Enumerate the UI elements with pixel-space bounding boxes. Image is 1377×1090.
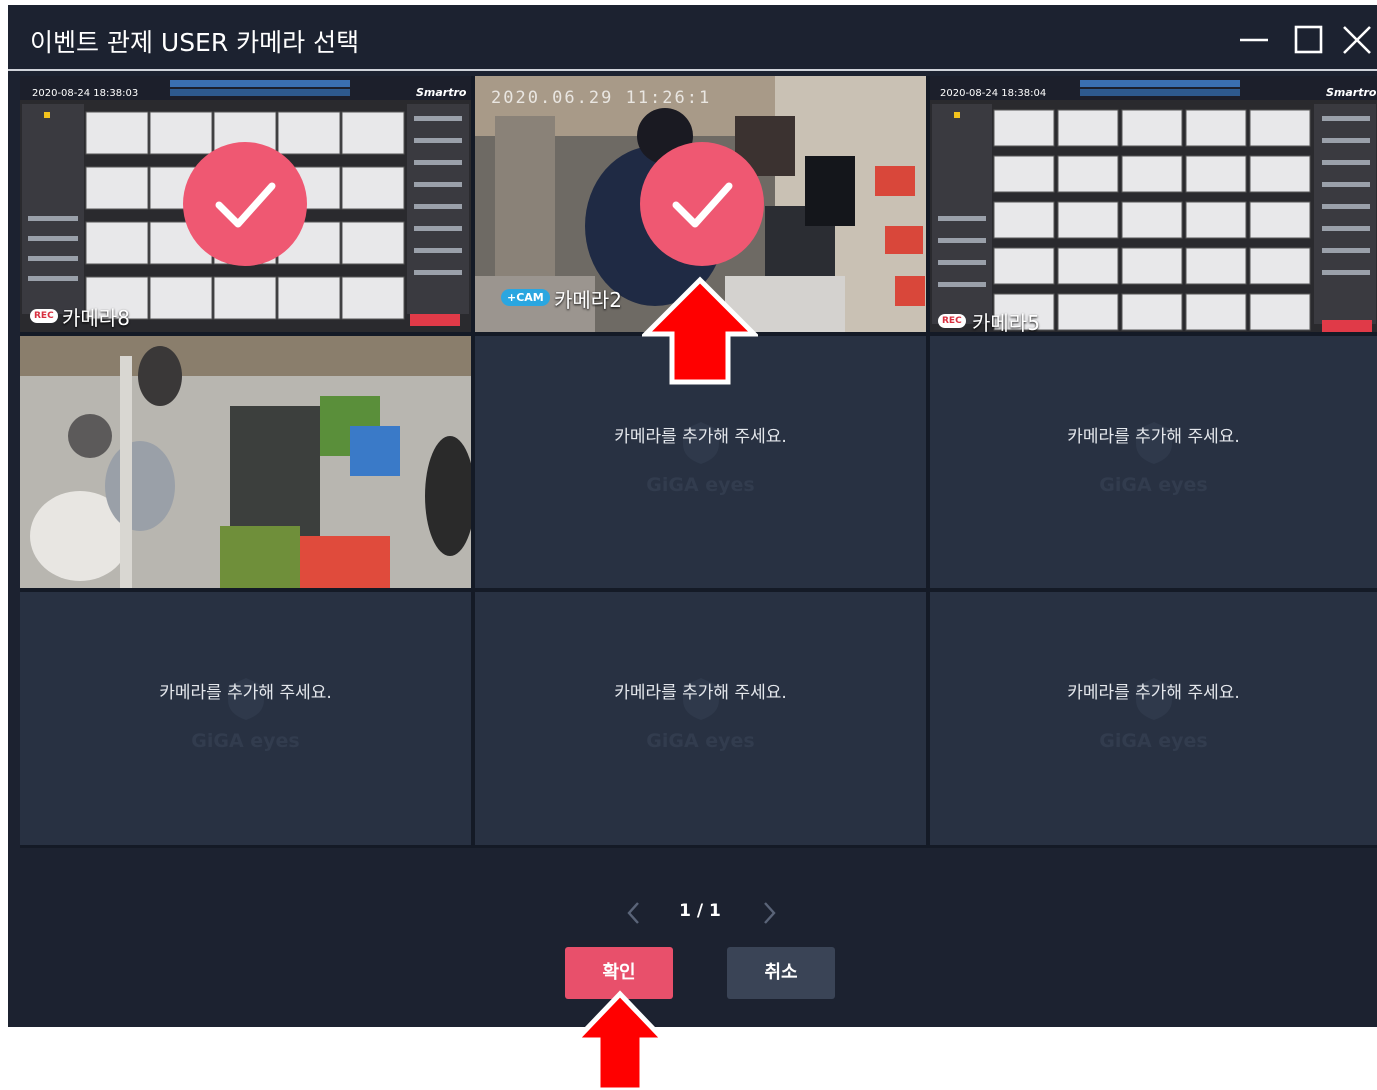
window-title: 이벤트 관제 USER 카메라 선택	[30, 28, 360, 57]
camera-slot-1[interactable]: 2020-08-24 18:38:03 Smartro REC 카메라8	[20, 76, 471, 332]
add-camera-prompt: 카메라를 추가해 주세요.	[1067, 427, 1240, 447]
camera-name-label: 카메라5	[972, 311, 1040, 332]
cancel-button[interactable]: 취소	[727, 947, 835, 999]
camera-name-label: 카메라8	[62, 306, 130, 330]
title-bar: 이벤트 관제 USER 카메라 선택	[8, 5, 1377, 71]
page-indicator: 1 / 1	[679, 901, 721, 921]
store-overhead-feed	[20, 336, 471, 588]
add-camera-prompt: 카메라를 추가해 주세요.	[1067, 683, 1240, 703]
pagination: 1 / 1	[8, 898, 1377, 928]
pos-screen-feed	[930, 76, 1377, 332]
pos-date-label: 2020-08-24 18:38:04	[940, 88, 1047, 99]
watermark-text: GiGA eyes	[1099, 730, 1208, 752]
minimize-icon[interactable]	[1234, 20, 1274, 60]
watermark-text: GiGA eyes	[191, 730, 300, 752]
add-camera-prompt: 카메라를 추가해 주세요.	[614, 683, 787, 703]
empty-camera-slot[interactable]: GiGA eyes 카메라를 추가해 주세요.	[20, 592, 471, 845]
pos-date-label: 2020-08-24 18:38:03	[32, 88, 139, 99]
close-icon[interactable]	[1337, 20, 1377, 60]
cam-badge: +CAM	[501, 289, 550, 306]
rec-badge: REC	[30, 309, 58, 323]
annotation-arrow-up-icon	[642, 276, 758, 385]
pos-brand-label: Smartro	[1326, 86, 1377, 99]
selected-check-icon[interactable]	[640, 142, 764, 266]
empty-camera-slot[interactable]: GiGA eyes 카메라를 추가해 주세요.	[475, 592, 926, 845]
add-camera-prompt: 카메라를 추가해 주세요.	[614, 427, 787, 447]
chevron-right-icon[interactable]	[756, 898, 782, 928]
camera-grid: 2020-08-24 18:38:03 Smartro REC 카메라8 202…	[20, 76, 1377, 848]
empty-camera-slot[interactable]: GiGA eyes 카메라를 추가해 주세요.	[930, 336, 1377, 588]
add-camera-prompt: 카메라를 추가해 주세요.	[159, 683, 332, 703]
watermark-text: GiGA eyes	[646, 730, 755, 752]
empty-camera-slot[interactable]: GiGA eyes 카메라를 추가해 주세요.	[930, 592, 1377, 845]
camera-select-window: 이벤트 관제 USER 카메라 선택 2020-08-24 18:38:03 S…	[8, 5, 1377, 1027]
annotation-arrow-up-icon	[572, 990, 668, 1090]
camera-slot-3[interactable]: 2020-08-24 18:38:04 Smartro REC 카메라5	[930, 76, 1377, 332]
watermark-text: GiGA eyes	[1099, 474, 1208, 496]
camera-slot-4[interactable]	[20, 336, 471, 588]
chevron-left-icon[interactable]	[621, 898, 647, 928]
camera-name-label: 카메라2	[554, 288, 622, 312]
selected-check-icon[interactable]	[183, 142, 307, 266]
camera-timestamp: 2020.06.29 11:26:1	[491, 88, 712, 108]
watermark-text: GiGA eyes	[646, 474, 755, 496]
rec-badge: REC	[938, 314, 966, 328]
maximize-icon[interactable]	[1289, 20, 1329, 60]
pos-brand-label: Smartro	[416, 86, 467, 99]
